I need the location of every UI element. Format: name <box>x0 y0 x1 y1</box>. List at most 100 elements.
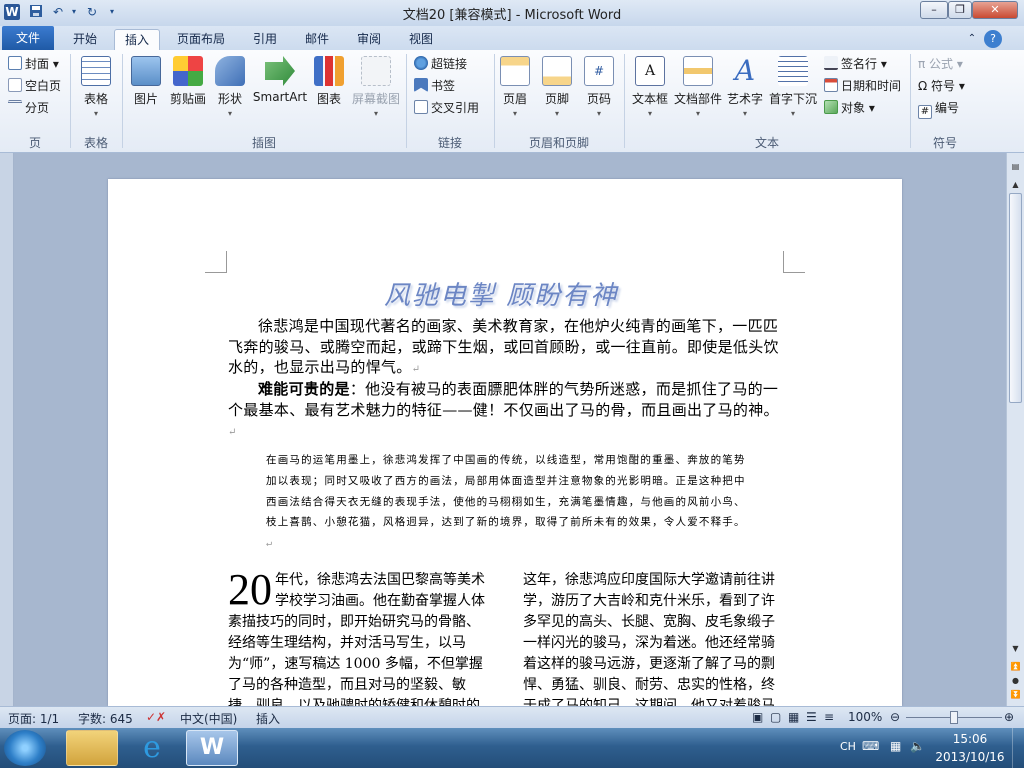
window-title: 文档20 [兼容模式] - Microsoft Word <box>402 8 622 23</box>
blank-page-button[interactable]: 空白页 <box>8 76 61 96</box>
tab-references[interactable]: 引用 <box>244 29 286 50</box>
illustrations-group-label: 插图 <box>251 136 276 150</box>
page-count[interactable]: 页面: 1/1 <box>8 710 59 727</box>
minimize-button[interactable]: – <box>920 1 948 19</box>
blank-page-icon <box>8 78 22 92</box>
web-layout-view-icon[interactable]: ▦ <box>788 710 799 724</box>
cross-reference-button[interactable]: 交叉引用 <box>414 98 479 118</box>
zoom-slider-thumb[interactable] <box>950 711 958 724</box>
signature-line-label: 签名行 <box>841 57 878 71</box>
textbox-icon: A <box>635 56 665 86</box>
word-taskbar-icon[interactable]: W <box>186 730 238 766</box>
clock-date[interactable]: 2013/10/16 <box>934 750 1006 764</box>
dropcap-icon <box>778 56 808 86</box>
symbol-button[interactable]: Ω 符号 ▾ <box>918 76 965 96</box>
zoom-in-icon[interactable]: ⊕ <box>1004 710 1014 724</box>
equation-button[interactable]: π 公式 ▾ <box>918 54 963 74</box>
scroll-down-icon[interactable]: ▼ <box>1007 641 1024 657</box>
zoom-level[interactable]: 100% <box>848 710 882 724</box>
document-page[interactable]: 风驰电掣 顾盼有神 徐悲鸿是中国现代著名的画家、美术教育家，在他炉火纯青的画笔下… <box>108 179 902 706</box>
dropcap-button[interactable]: 首字下沉 ▾ <box>768 56 818 118</box>
chart-icon <box>314 56 344 86</box>
print-layout-view-icon[interactable]: ▣ <box>752 710 763 724</box>
page-number-label: 页码 <box>586 92 611 106</box>
keyboard-icon[interactable]: ⌨ <box>862 739 879 753</box>
internet-explorer-icon[interactable]: e <box>126 730 178 766</box>
equation-label: π 公式 <box>918 57 954 71</box>
draft-view-icon[interactable]: ≡ <box>824 710 834 724</box>
ribbon: 封面 ▾ 空白页 分页 页 表格 ▾ 表格 图片 剪贴画 形状 ▾ SmartA… <box>0 50 1024 153</box>
paragraph-2[interactable]: 难能可贵的是：他没有被马的表面膘肥体胖的气势所迷惑，而是抓住了马的一个最基本、最… <box>228 379 783 444</box>
cover-page-button[interactable]: 封面 ▾ <box>8 54 59 74</box>
scroll-up-icon[interactable]: ▲ <box>1007 177 1024 193</box>
footer-label: 页脚 <box>544 92 569 106</box>
scroll-thumb[interactable] <box>1009 193 1022 403</box>
minimize-ribbon-icon[interactable]: ⌃ <box>964 29 980 50</box>
column-1[interactable]: 20 年代，徐悲鸿去法国巴黎高等美术学校学习油画。他在勤奋掌握人体素描技巧的同时，… <box>228 568 486 707</box>
screenshot-label: 屏幕截图 <box>351 92 400 106</box>
show-desktop-button[interactable] <box>1012 728 1024 768</box>
zoom-out-icon[interactable]: ⊖ <box>890 710 900 724</box>
start-button[interactable] <box>4 730 46 766</box>
quote-paragraph[interactable]: 在画马的运笔用墨上，徐悲鸿发挥了中国画的传统，以线造型，常用饱酣的重墨、奔放的笔… <box>266 450 748 555</box>
file-explorer-icon[interactable] <box>66 730 118 766</box>
smartart-button[interactable]: SmartArt <box>252 56 308 104</box>
tab-home[interactable]: 开始 <box>62 29 108 50</box>
outline-view-icon[interactable]: ☰ <box>806 710 817 724</box>
date-time-label: 日期和时间 <box>841 79 902 93</box>
object-button[interactable]: 对象 ▾ <box>824 98 875 118</box>
header-button[interactable]: 页眉 ▾ <box>498 56 532 118</box>
textbox-button[interactable]: A 文本框 ▾ <box>628 56 672 118</box>
crop-mark <box>783 251 805 273</box>
hyperlink-button[interactable]: 超链接 <box>414 54 467 74</box>
network-icon[interactable]: ▦ <box>890 739 901 753</box>
proofing-icon[interactable]: ✓✗ <box>146 710 166 724</box>
tab-review[interactable]: 审阅 <box>348 29 390 50</box>
ruler-toggle-icon[interactable]: ▤ <box>1007 159 1024 175</box>
numbering-button[interactable]: # 编号 <box>918 98 959 119</box>
quick-parts-button[interactable]: 文档部件 ▾ <box>672 56 724 118</box>
header-icon <box>500 56 530 86</box>
screenshot-button[interactable]: 屏幕截图 ▾ <box>350 56 402 118</box>
vertical-scrollbar[interactable]: ▤ ▲ ▼ ⏫ ● ⏬ <box>1006 153 1024 706</box>
word-count[interactable]: 字数: 645 <box>78 710 133 727</box>
bookmark-button[interactable]: 书签 <box>414 76 455 96</box>
insert-mode-indicator[interactable]: 插入 <box>256 710 280 727</box>
shapes-button[interactable]: 形状 ▾ <box>212 56 248 118</box>
signature-line-button[interactable]: 签名行 ▾ <box>824 54 887 74</box>
full-screen-view-icon[interactable]: ▢ <box>770 710 781 724</box>
ribbon-tab-row: 文件 开始 插入 页面布局 引用 邮件 审阅 视图 ⌃ ? <box>0 26 1024 50</box>
tab-view[interactable]: 视图 <box>400 29 442 50</box>
picture-button[interactable]: 图片 <box>128 56 164 107</box>
tab-insert[interactable]: 插入 <box>114 29 160 50</box>
column-2[interactable]: 这年，徐悲鸿应印度国际大学邀请前往讲学，游历了大吉岭和克什米乐，看到了许多罕见的… <box>523 570 781 706</box>
chevron-down-icon: ▾ <box>695 109 700 118</box>
tab-file[interactable]: 文件 <box>2 26 54 50</box>
help-icon[interactable]: ? <box>984 30 1002 48</box>
chart-button[interactable]: 图表 <box>312 56 346 107</box>
ime-indicator[interactable]: CH <box>840 740 856 753</box>
text-group-label: 文本 <box>754 136 779 150</box>
page-number-button[interactable]: # 页码 ▾ <box>582 56 616 118</box>
close-button[interactable]: ✕ <box>972 1 1018 19</box>
wordart-title[interactable]: 风驰电掣 顾盼有神 <box>384 275 618 312</box>
clock-time[interactable]: 15:06 <box>934 732 1006 746</box>
tab-page-layout[interactable]: 页面布局 <box>166 29 236 50</box>
chevron-down-icon: ▾ <box>790 109 795 118</box>
table-button[interactable]: 表格 ▾ <box>76 56 116 118</box>
page-break-button[interactable]: 分页 <box>8 98 49 118</box>
tab-mailings[interactable]: 邮件 <box>296 29 338 50</box>
volume-icon[interactable]: 🔈 <box>910 739 925 753</box>
wordart-button[interactable]: A 艺术字 ▾ <box>724 56 766 119</box>
footer-button[interactable]: 页脚 ▾ <box>540 56 574 118</box>
chevron-down-icon: ▾ <box>742 109 747 118</box>
maximize-button[interactable]: ❐ <box>948 1 972 19</box>
clipart-button[interactable]: 剪贴画 <box>166 56 210 107</box>
crop-mark <box>205 251 227 273</box>
paragraph-1[interactable]: 徐悲鸿是中国现代著名的画家、美术教育家，在他炉火纯青的画笔下，一匹匹飞奔的骏马、… <box>228 316 783 381</box>
date-time-button[interactable]: 日期和时间 <box>824 76 901 96</box>
quick-parts-label: 文档部件 <box>673 92 722 106</box>
next-page-icon[interactable]: ⏬ <box>1007 687 1024 703</box>
shapes-label: 形状 <box>217 92 242 106</box>
language-indicator[interactable]: 中文(中国) <box>180 710 237 727</box>
